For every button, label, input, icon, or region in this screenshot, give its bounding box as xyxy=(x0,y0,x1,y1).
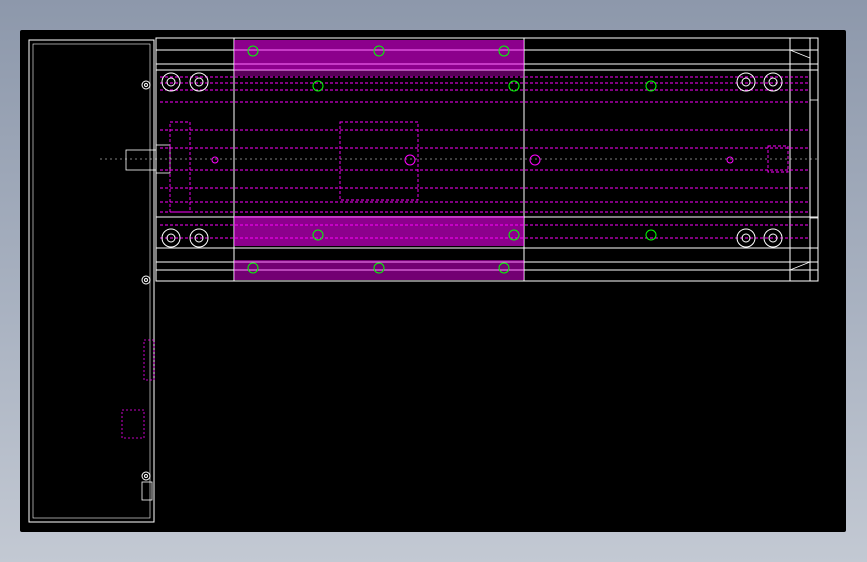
hidden-lines xyxy=(160,76,810,239)
motor-end-body xyxy=(28,39,155,523)
right-end-cap xyxy=(789,49,819,271)
motor-connector xyxy=(121,339,155,501)
carriage-block xyxy=(233,37,525,282)
cad-viewport[interactable] xyxy=(20,30,846,532)
cad-drawing xyxy=(28,37,820,523)
shaft-coupling xyxy=(100,144,820,174)
